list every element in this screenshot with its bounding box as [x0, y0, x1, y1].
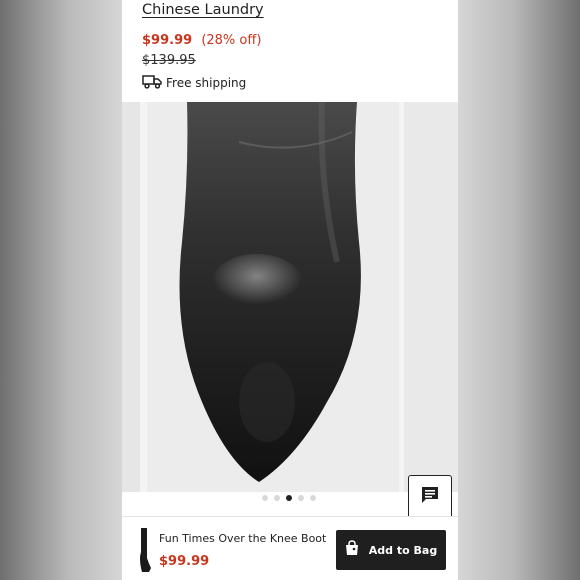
boot-toe-icon [179, 102, 361, 482]
chat-icon [420, 485, 440, 509]
previous-slide-peek[interactable] [122, 102, 140, 492]
shipping-info: Free shipping [142, 74, 246, 92]
truck-icon [142, 74, 162, 93]
next-slide-peek[interactable] [404, 102, 458, 492]
sale-price: $99.99 [142, 33, 193, 48]
discount-label: (28% off) [201, 33, 262, 48]
product-price: $99.99 [159, 554, 210, 569]
brand-link[interactable]: Chinese Laundry [142, 2, 264, 18]
background-left [0, 0, 122, 580]
add-to-bag-label: Add to Bag [368, 543, 438, 557]
product-thumbnail[interactable] [132, 528, 154, 572]
product-page: Chinese Laundry $99.99 (28% off) $139.95… [122, 0, 458, 580]
image-gallery[interactable] [122, 102, 458, 492]
gallery-pagination [262, 495, 316, 501]
original-price: $139.95 [142, 53, 196, 68]
pagination-dot-active[interactable] [286, 495, 292, 501]
product-name: Fun Times Over the Knee Boot [159, 532, 327, 545]
sticky-purchase-bar: Fun Times Over the Knee Boot $99.99 Add … [122, 516, 458, 580]
pagination-dot[interactable] [298, 495, 304, 501]
pagination-dot[interactable] [262, 495, 268, 501]
pagination-dot[interactable] [310, 495, 316, 501]
pagination-dot[interactable] [274, 495, 280, 501]
product-image[interactable] [147, 102, 399, 492]
price-row: $99.99 (28% off) [142, 33, 261, 48]
background-right [458, 0, 580, 580]
shopping-bag-icon [345, 540, 359, 560]
add-to-bag-button[interactable]: Add to Bag [336, 530, 446, 570]
chat-button[interactable] [408, 475, 452, 519]
shipping-text: Free shipping [166, 76, 247, 90]
